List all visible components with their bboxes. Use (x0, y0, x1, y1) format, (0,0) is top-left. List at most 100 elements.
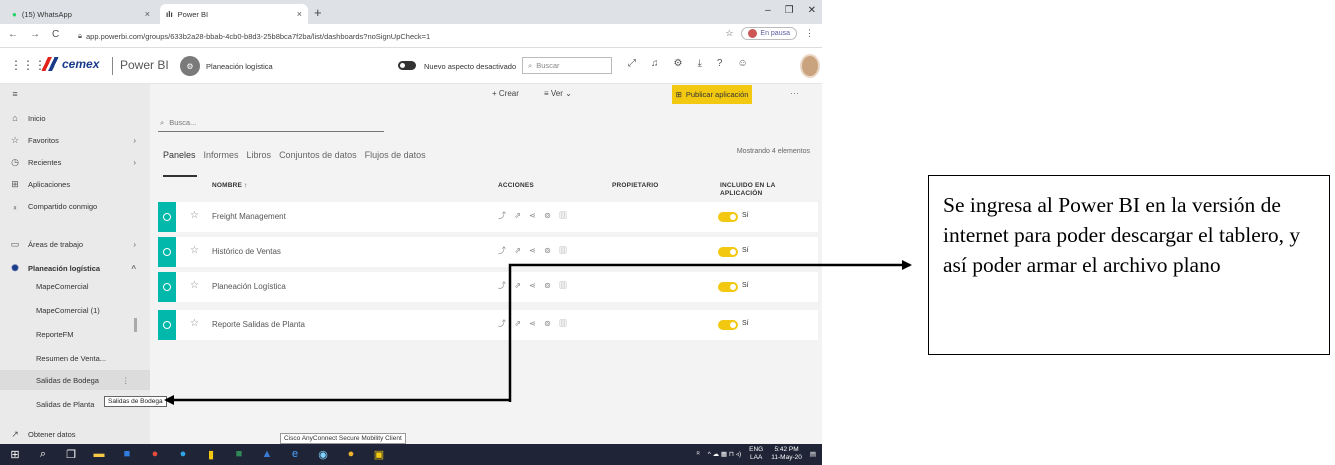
clock[interactable]: 5:42 PM 11-May-20 (771, 446, 802, 462)
tab-informes[interactable]: Informes (204, 150, 239, 160)
included-toggle[interactable] (718, 320, 738, 330)
included-toggle[interactable] (718, 282, 738, 292)
forward-icon[interactable]: → (30, 29, 40, 40)
taskbar-apps: ⊞ ⌕ ❐ ▬ ■ ● ● ▮ ■ ▲ e ◉ ● ▣ (8, 447, 386, 461)
included-toggle[interactable] (718, 247, 738, 257)
favorite-star-icon[interactable]: ☆ (190, 210, 199, 221)
sidebar-subitem[interactable]: Salidas de Bodega ⋮ (0, 370, 150, 390)
sidebar-item-areas[interactable]: ▭ Áreas de trabajo › (0, 234, 150, 254)
expand-icon[interactable]: ⤢ (628, 58, 636, 69)
header-search-input[interactable]: ⌕ Buscar (522, 57, 612, 74)
chrome-app-icon[interactable]: ● (344, 447, 358, 461)
search-icon: ⌕ (160, 117, 165, 127)
content-search-input[interactable]: ⌕ Busca... (158, 114, 384, 132)
tab-flujos[interactable]: Flujos de datos (365, 150, 426, 160)
table-row[interactable]: ☆ Reporte Salidas de Planta ⤴ ⇗ ⋖ ⊚ ▥ Sí (158, 310, 818, 340)
cisco-icon[interactable]: ◉ (316, 447, 330, 461)
back-icon[interactable]: ← (8, 29, 18, 40)
chrome-icon[interactable]: ● (148, 447, 162, 461)
new-look-toggle[interactable] (398, 61, 416, 70)
dashboard-name[interactable]: Histórico de Ventas (212, 247, 281, 256)
create-button[interactable]: + Crear (492, 89, 519, 98)
powerbi-app-icon[interactable]: ▮ (204, 447, 218, 461)
tab-libros[interactable]: Libros (247, 150, 272, 160)
more-icon[interactable]: ··· (790, 88, 799, 98)
sidebar-subitem[interactable]: MapeComercial (1) (0, 300, 150, 320)
table-row[interactable]: ☆ Histórico de Ventas ⤴ ⇗ ⋖ ⊚ ▥ Sí (158, 237, 818, 267)
column-header-owner[interactable]: PROPIETARIO (612, 182, 659, 189)
row-action-icons[interactable]: ⤴ ⇗ ⋖ ⊚ ▥ (498, 318, 570, 329)
table-row[interactable]: ☆ Planeación Logística ⤴ ⇗ ⋖ ⊚ ▥ Sí (158, 272, 818, 302)
sidebar-item-obtener-datos[interactable]: ↗ Obtener datos (0, 424, 150, 444)
tab-whatsapp[interactable]: ● (15) WhatsApp × (6, 4, 156, 24)
view-button[interactable]: ≡ Ver ⌄ (544, 89, 572, 98)
file-explorer-icon[interactable]: ▬ (92, 447, 106, 461)
sidebar-item-recientes[interactable]: ◷ Recientes › (0, 152, 150, 172)
dashboard-name[interactable]: Freight Management (212, 212, 286, 221)
notification-center-icon[interactable]: ▤ (810, 450, 816, 458)
edge-icon[interactable]: e (288, 447, 302, 461)
included-toggle[interactable] (718, 212, 738, 222)
search-icon[interactable]: ⌕ (36, 447, 50, 461)
table-row[interactable]: ☆ Freight Management ⤴ ⇗ ⋖ ⊚ ▥ Sí (158, 202, 818, 232)
window-controls: – ❐ ✕ (765, 5, 816, 16)
hamburger-menu[interactable]: ≡ (0, 84, 150, 104)
task-view-icon[interactable]: ❐ (64, 447, 78, 461)
windows-start-icon[interactable]: ⊞ (8, 447, 22, 461)
column-header-included[interactable]: INCLUIDO EN LA APLICACIÓN (720, 182, 790, 198)
view-icon: ≡ (544, 89, 551, 98)
sidebar-subitem[interactable]: MapeComercial (0, 276, 150, 296)
outlook-icon[interactable]: ■ (120, 447, 134, 461)
publish-app-button[interactable]: ⊞ Publicar aplicación (672, 85, 752, 104)
language-code: ENG (749, 446, 764, 453)
row-action-icons[interactable]: ⤴ ⇗ ⋖ ⊚ ▥ (498, 280, 570, 291)
favorite-star-icon[interactable]: ☆ (190, 318, 199, 329)
reload-icon[interactable]: C (52, 29, 59, 40)
tab-paneles[interactable]: Paneles (163, 150, 196, 160)
help-icon[interactable]: ? (717, 58, 723, 69)
favorite-star-icon[interactable]: ☆ (190, 280, 199, 291)
skype-icon[interactable]: ● (176, 447, 190, 461)
notifications-icon[interactable]: ♫ (651, 58, 659, 69)
sidebar-scrollbar[interactable] (134, 318, 137, 332)
user-avatar[interactable] (800, 54, 820, 78)
sidebar-item-favoritos[interactable]: ☆ Favoritos › (0, 130, 150, 150)
settings-icon[interactable]: ⚙ (674, 58, 683, 69)
sidebar-item-compartido[interactable]: ₓ Compartido conmigo (0, 196, 150, 216)
sidebar-subitem[interactable]: ReporteFM (0, 324, 150, 344)
row-action-icons[interactable]: ⤴ ⇗ ⋖ ⊚ ▥ (498, 245, 570, 256)
new-tab-button[interactable]: + (314, 5, 322, 20)
sidebar-tooltip: Salidas de Bodega (104, 396, 167, 407)
gallery-icon[interactable]: ▣ (372, 447, 386, 461)
url-field[interactable]: 🔒︎ app.powerbi.com/groups/633b2a28-bbab-… (78, 28, 698, 44)
tab-conjuntos[interactable]: Conjuntos de datos (279, 150, 357, 160)
favorite-star-icon[interactable]: ☆ (190, 245, 199, 256)
language-indicator[interactable]: ENG LAA (749, 446, 763, 462)
maximize-icon[interactable]: ❐ (785, 5, 794, 16)
minimize-icon[interactable]: – (765, 5, 771, 16)
close-icon[interactable]: × (297, 9, 302, 19)
dashboard-name[interactable]: Reporte Salidas de Planta (212, 320, 305, 329)
close-icon[interactable]: × (145, 9, 150, 19)
tab-powerbi[interactable]: ılı Power BI × (160, 4, 308, 24)
sidebar-item-aplicaciones[interactable]: ⊞ Aplicaciones (0, 174, 150, 194)
people-icon[interactable]: ᴿ (697, 451, 700, 458)
download-icon[interactable]: ⤓ (697, 58, 701, 69)
action-bar: + Crear ≡ Ver ⌄ ⊞ Publicar aplicación ··… (150, 84, 822, 106)
app-icon[interactable]: ▲ (260, 447, 274, 461)
feedback-icon[interactable]: ☺ (737, 58, 747, 69)
row-action-icons[interactable]: ⤴ ⇗ ⋖ ⊚ ▥ (498, 210, 570, 221)
profile-button[interactable]: En pausa (741, 27, 797, 40)
close-window-icon[interactable]: ✕ (808, 5, 816, 16)
bookmark-star-icon[interactable]: ☆ (725, 28, 733, 39)
more-options-icon[interactable]: ⋮ (122, 376, 130, 385)
browser-menu-icon[interactable]: ⋮ (805, 28, 814, 39)
column-header-name[interactable]: NOMBRE ↑ (212, 182, 248, 189)
sidebar-subitem[interactable]: Resumen de Venta... (0, 348, 150, 368)
sidebar-item-planeacion[interactable]: ✺ Planeación logística ^ (0, 258, 150, 278)
dashboard-name[interactable]: Planeación Logística (212, 282, 286, 291)
tray-icons[interactable]: ^ ☁ ▦ ⊓ ◃) (708, 450, 741, 458)
excel-icon[interactable]: ■ (232, 447, 246, 461)
brand-title[interactable]: Power BI (120, 58, 169, 72)
sidebar-item-inicio[interactable]: ⌂ Inicio (0, 108, 150, 128)
